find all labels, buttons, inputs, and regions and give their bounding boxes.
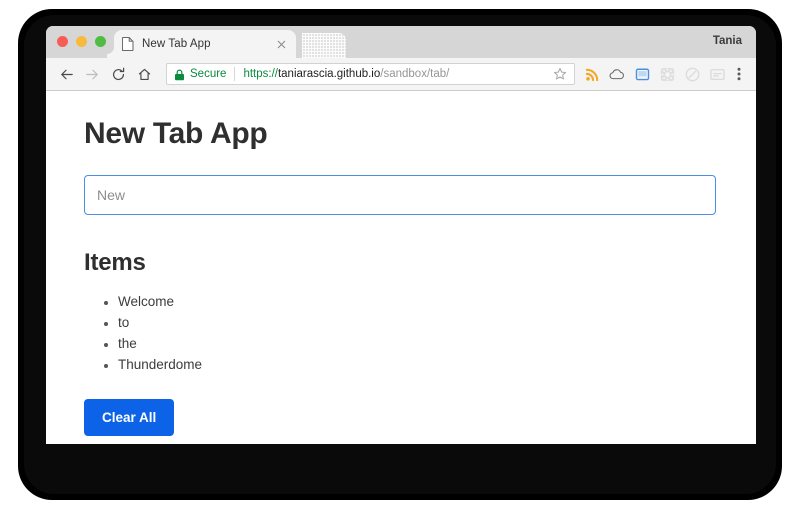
items-list: Welcome to the Thunderdome bbox=[84, 291, 716, 375]
url-scheme: https:// bbox=[243, 68, 278, 80]
clear-all-button[interactable]: Clear All bbox=[84, 399, 175, 436]
new-item-input[interactable] bbox=[84, 175, 716, 215]
list-item: Welcome bbox=[118, 291, 716, 312]
document-icon bbox=[121, 37, 134, 52]
rss-icon[interactable] bbox=[581, 63, 603, 85]
tab-strip: New Tab App Tania bbox=[46, 26, 756, 58]
extension-icons bbox=[581, 63, 728, 85]
gear-icon[interactable] bbox=[656, 63, 678, 85]
cloud-icon[interactable] bbox=[606, 63, 628, 85]
security-status-label: Secure bbox=[190, 68, 227, 80]
list-item: to bbox=[118, 312, 716, 333]
browser-tab[interactable]: New Tab App bbox=[107, 30, 296, 58]
window-controls bbox=[57, 36, 106, 47]
address-bar[interactable]: Secure https://taniarascia.github.io/san… bbox=[166, 63, 575, 85]
star-icon[interactable] bbox=[553, 67, 567, 81]
list-item: the bbox=[118, 333, 716, 354]
browser-window: New Tab App Tania Secure https://taniara… bbox=[46, 26, 756, 444]
page-title: New Tab App bbox=[84, 117, 268, 150]
tab-title: New Tab App bbox=[142, 38, 211, 50]
lens-icon[interactable] bbox=[681, 63, 703, 85]
items-section-title: Items bbox=[84, 249, 146, 276]
forward-arrow-icon bbox=[80, 62, 104, 86]
envelope-icon[interactable] bbox=[706, 63, 728, 85]
omnibox-divider bbox=[234, 67, 236, 81]
three-dot-menu-icon[interactable] bbox=[730, 63, 748, 85]
back-arrow-icon[interactable] bbox=[54, 62, 78, 86]
profile-name[interactable]: Tania bbox=[713, 35, 742, 47]
url-path: /sandbox/tab/ bbox=[380, 68, 450, 80]
page-content: New Tab App Items Welcome to the Thunder… bbox=[46, 91, 756, 443]
home-icon[interactable] bbox=[132, 62, 156, 86]
list-item: Thunderdome bbox=[118, 354, 716, 375]
lock-icon bbox=[174, 68, 185, 81]
minimize-window-button[interactable] bbox=[76, 36, 87, 47]
screen-icon[interactable] bbox=[631, 63, 653, 85]
screenshot-root: New Tab App Tania Secure https://taniara… bbox=[0, 0, 800, 509]
url-host: taniarascia.github.io bbox=[277, 68, 381, 80]
browser-toolbar: Secure https://taniarascia.github.io/san… bbox=[46, 58, 756, 91]
url-text: https://taniarascia.github.io/sandbox/ta… bbox=[243, 68, 553, 80]
maximize-window-button[interactable] bbox=[95, 36, 106, 47]
close-window-button[interactable] bbox=[57, 36, 68, 47]
new-tab-button[interactable] bbox=[302, 33, 346, 58]
reload-icon[interactable] bbox=[106, 62, 130, 86]
close-icon[interactable] bbox=[275, 38, 288, 51]
